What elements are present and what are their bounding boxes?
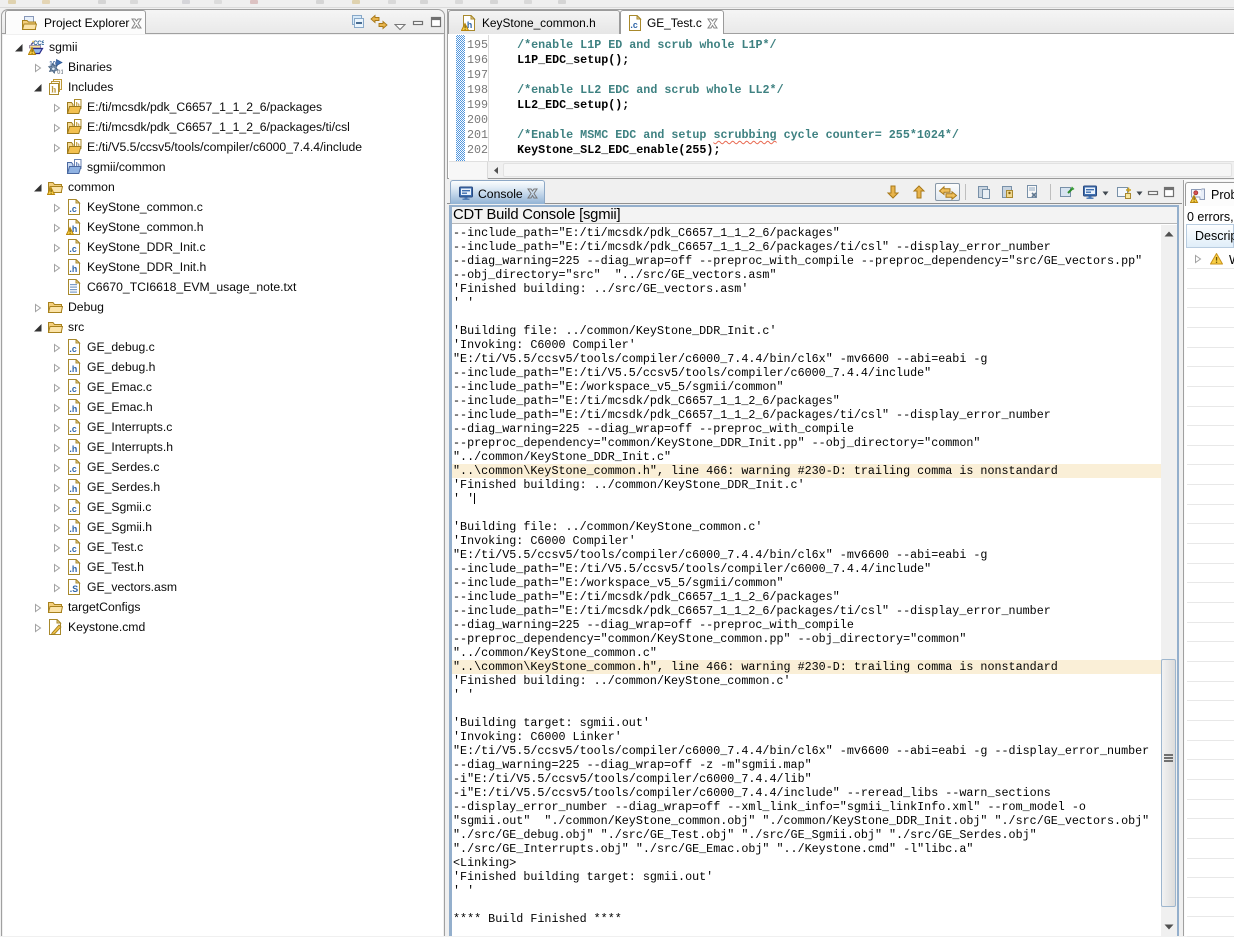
svg-text:.c: .c (69, 544, 76, 554)
svg-text:.c: .c (69, 464, 76, 474)
svg-text:.S: .S (70, 584, 78, 594)
svg-text:.h: .h (69, 444, 77, 454)
svg-text:.c: .c (69, 504, 76, 514)
svg-text:.h: .h (69, 524, 77, 534)
svg-text:h: h (51, 85, 56, 95)
svg-text:.c: .c (69, 244, 76, 254)
svg-text:.h: .h (69, 264, 77, 274)
svg-text:.h: .h (69, 364, 77, 374)
svg-text:.c: .c (630, 20, 637, 30)
svg-text:.h: .h (69, 484, 77, 494)
svg-text:.c: .c (69, 384, 76, 394)
svg-text:.h: .h (69, 404, 77, 414)
svg-text:01: 01 (57, 69, 63, 75)
svg-text:.c: .c (69, 344, 76, 354)
svg-text:.h: .h (69, 564, 77, 574)
svg-text:.c: .c (69, 204, 76, 214)
svg-text:.c: .c (69, 424, 76, 434)
